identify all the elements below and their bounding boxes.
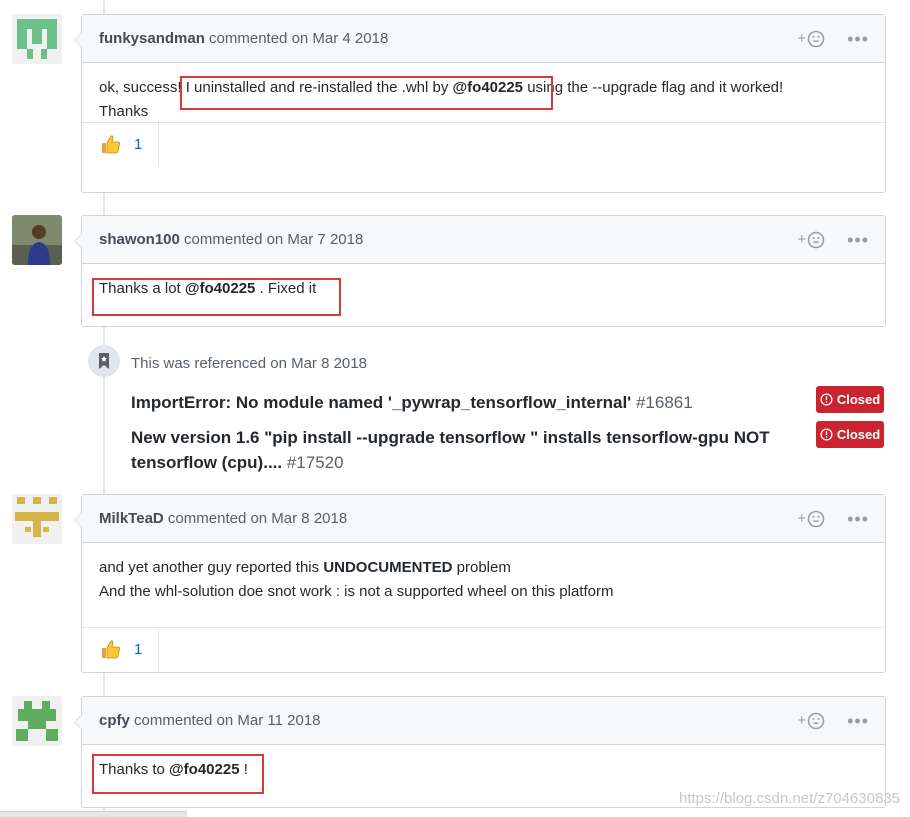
avatar-funkysandman[interactable] — [12, 14, 62, 64]
smiley-icon — [807, 30, 825, 48]
comment-header: shawon100 commented on Mar 7 2018 + ••• — [82, 216, 885, 264]
mention-link[interactable]: @fo40225 — [185, 280, 256, 297]
avatar-shawon100[interactable] — [12, 215, 62, 265]
horizontal-scrollbar[interactable] — [0, 811, 187, 817]
reaction-count: 1 — [134, 640, 143, 658]
referenced-issue-link[interactable]: ImportError: No module named '_pywrap_te… — [131, 390, 801, 415]
author-link[interactable]: shawon100 — [99, 231, 180, 248]
avatar-milktead[interactable] — [12, 494, 62, 544]
reaction-count: 1 — [134, 135, 143, 153]
reference-text: This was referenced on Mar 8 2018 — [131, 355, 367, 372]
add-reaction-button[interactable]: + — [797, 697, 825, 745]
thumbs-up-icon — [102, 640, 120, 659]
comment-header: funkysandman commented on Mar 4 2018 + •… — [82, 15, 885, 63]
closed-status-badge: Closed — [816, 421, 884, 448]
add-reaction-button[interactable]: + — [797, 15, 825, 63]
smiley-icon — [807, 231, 825, 249]
bookmark-badge — [88, 345, 120, 377]
comment-timestamp[interactable]: commented on Mar 8 2018 — [168, 510, 347, 527]
author-link[interactable]: funkysandman — [99, 30, 205, 47]
closed-status-badge: Closed — [816, 386, 884, 413]
more-options-button[interactable]: ••• — [847, 30, 869, 48]
mention-link[interactable]: @fo40225 — [169, 761, 240, 778]
comment-timestamp[interactable]: commented on Mar 11 2018 — [134, 712, 321, 729]
more-options-button[interactable]: ••• — [847, 510, 869, 528]
avatar-cpfy[interactable] — [12, 696, 62, 746]
issue-number: #16861 — [635, 393, 693, 412]
reactions-bar: 1 — [82, 627, 885, 670]
issue-number: #17520 — [286, 453, 344, 472]
comment-body: ok, success! I uninstalled and re-instal… — [99, 79, 784, 120]
reactions-bar: 1 — [82, 122, 885, 165]
watermark: https://blog.csdn.net/z704630835 — [678, 790, 900, 807]
comment-body: and yet another guy reported this UNDOCU… — [99, 559, 614, 600]
comment-funkysandman: funkysandman commented on Mar 4 2018 + •… — [74, 14, 886, 193]
add-reaction-button[interactable]: + — [797, 216, 825, 264]
smiley-icon — [807, 510, 825, 528]
issue-closed-icon — [820, 393, 833, 406]
comment-body: Thanks a lot @fo40225 . Fixed it — [99, 280, 317, 297]
comment-timestamp[interactable]: commented on Mar 4 2018 — [209, 30, 388, 47]
plus-label: + — [797, 510, 807, 527]
author-link[interactable]: cpfy — [99, 712, 130, 729]
reaction-thumbs-up[interactable]: 1 — [82, 123, 159, 165]
smiley-icon — [807, 712, 825, 730]
more-options-button[interactable]: ••• — [847, 231, 869, 249]
bookmark-icon — [99, 353, 109, 369]
comment-shawon100: shawon100 commented on Mar 7 2018 + ••• … — [74, 215, 886, 327]
issue-closed-icon — [820, 428, 833, 441]
plus-label: + — [797, 30, 807, 47]
comment-timestamp[interactable]: commented on Mar 7 2018 — [184, 231, 363, 248]
comment-milktead: MilkTeaD commented on Mar 8 2018 + ••• a… — [74, 494, 886, 673]
reaction-thumbs-up[interactable]: 1 — [82, 628, 159, 670]
more-options-button[interactable]: ••• — [847, 712, 869, 730]
comment-body: Thanks to @fo40225 ! — [99, 761, 248, 778]
add-reaction-button[interactable]: + — [797, 495, 825, 543]
thumbs-up-icon — [102, 135, 120, 154]
cross-reference-event: This was referenced on Mar 8 2018 Import… — [88, 345, 884, 485]
plus-label: + — [797, 712, 807, 729]
author-link[interactable]: MilkTeaD — [99, 510, 164, 527]
referenced-issue-link[interactable]: New version 1.6 "pip install --upgrade t… — [131, 425, 801, 475]
comment-header: MilkTeaD commented on Mar 8 2018 + ••• — [82, 495, 885, 543]
comment-header: cpfy commented on Mar 11 2018 + ••• — [82, 697, 885, 745]
plus-label: + — [797, 231, 807, 248]
mention-link[interactable]: @fo40225 — [453, 79, 524, 96]
